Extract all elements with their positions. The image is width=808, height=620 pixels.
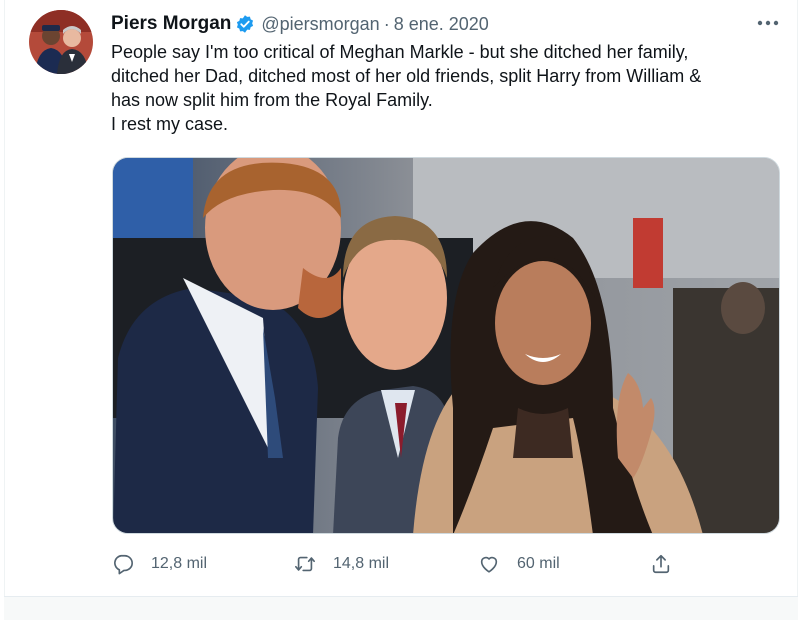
retweet-button[interactable]: 14,8 mil: [293, 552, 389, 576]
separator-dot: ·: [383, 13, 390, 34]
tweet-header: Piers Morgan @piersmorgan · 8 ene. 2020: [111, 12, 489, 36]
like-count: 60 mil: [517, 555, 560, 572]
like-button[interactable]: 60 mil: [477, 552, 560, 576]
tweet-text-line: has now split him from the Royal Family.: [111, 90, 433, 110]
tweet-text-line: People say I'm too critical of Meghan Ma…: [111, 42, 689, 62]
display-name[interactable]: Piers Morgan: [111, 13, 231, 35]
more-options-icon[interactable]: [755, 12, 781, 34]
timeline-divider: [4, 596, 798, 620]
share-icon: [649, 552, 673, 576]
user-handle[interactable]: @piersmorgan: [261, 14, 379, 35]
reply-count: 12,8 mil: [151, 555, 208, 572]
tweet-text-line: I rest my case.: [111, 114, 229, 134]
heart-icon: [477, 552, 501, 576]
reply-icon: [111, 552, 135, 576]
tweet-text-line: ditched her Dad, ditched most of her old…: [111, 66, 702, 86]
verified-badge-icon: [235, 14, 255, 34]
tweet-text: People say I'm too critical of Meghan Ma…: [111, 40, 791, 136]
tweet-actions: 12,8 mil 14,8 mil 60 mil: [111, 552, 691, 576]
timestamp[interactable]: 8 ene. 2020: [394, 14, 489, 35]
retweet-icon: [293, 552, 317, 576]
retweet-count: 14,8 mil: [333, 555, 390, 572]
avatar[interactable]: [29, 10, 93, 74]
share-button[interactable]: [649, 552, 673, 576]
reply-button[interactable]: 12,8 mil: [111, 552, 207, 576]
tweet-card[interactable]: Piers Morgan @piersmorgan · 8 ene. 2020 …: [4, 0, 798, 596]
tweet-photo[interactable]: [112, 157, 780, 534]
